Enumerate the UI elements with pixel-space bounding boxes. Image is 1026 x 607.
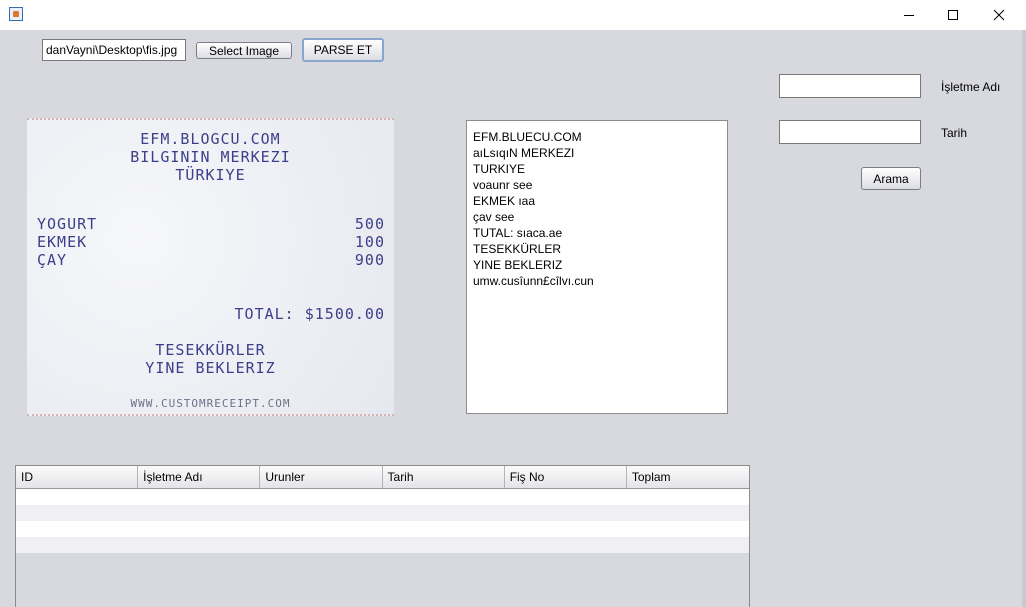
receipt-image: EFM.BLOGCU.COM BILGININ MERKEZI TÜRKIYE … <box>27 118 394 416</box>
receipt-item-price: 500 <box>354 215 385 233</box>
ocr-line: voaunr see <box>473 178 533 192</box>
receipt-item-price: 100 <box>354 233 385 251</box>
ocr-line: TESEKKÜRLER <box>473 242 562 256</box>
ocr-line: EFM.BLUECU.COM <box>473 130 582 144</box>
minimize-button[interactable] <box>886 0 932 30</box>
receipt-header-line: EFM.BLOGCU.COM <box>140 130 281 148</box>
title-bar <box>0 0 1026 30</box>
ocr-line: TUTAL: sıaca.ae <box>473 226 563 240</box>
receipt-item: YOGURT 500 <box>37 215 385 233</box>
results-table[interactable]: ID İşletme Adı Urunler Tarih Fiş No Topl… <box>15 465 750 607</box>
window-edge <box>1022 30 1026 607</box>
column-header-date[interactable]: Tarih <box>383 466 505 488</box>
receipt-footer: WWW.CUSTOMRECEIPT.COM <box>130 397 291 410</box>
ocr-line: aıLsıqıN MERKEZI <box>473 146 575 160</box>
table-header: ID İşletme Adı Urunler Tarih Fiş No Topl… <box>16 466 749 489</box>
search-button[interactable]: Arama <box>861 167 921 190</box>
date-input[interactable] <box>779 120 921 144</box>
date-label: Tarih <box>941 126 968 140</box>
column-header-receipt-no[interactable]: Fiş No <box>505 466 627 488</box>
table-row[interactable] <box>16 521 749 537</box>
close-icon <box>993 9 1005 21</box>
column-header-id[interactable]: ID <box>16 466 139 488</box>
ocr-line: YINE BEKLERIZ <box>473 258 563 272</box>
table-row[interactable] <box>16 537 749 553</box>
receipt-thanks-line: YINE BEKLERIZ <box>145 359 276 377</box>
java-cup-icon <box>9 7 23 21</box>
image-path-field[interactable]: danVayni\Desktop\fis.jpg <box>42 39 186 61</box>
ocr-line: EKMEK ıaa <box>473 194 536 208</box>
table-row[interactable] <box>16 489 749 505</box>
receipt-thanks-line: TESEKKÜRLER <box>155 341 266 359</box>
receipt-header-line: BILGININ MERKEZI <box>130 148 291 166</box>
column-header-total[interactable]: Toplam <box>627 466 749 488</box>
ocr-line: TURKIYE <box>473 162 526 176</box>
receipt-total: TOTAL: $1500.00 <box>234 305 385 323</box>
parse-button[interactable]: PARSE ET <box>302 38 384 62</box>
ocr-line: umw.cusîunn£cîlvı.cun <box>473 274 594 288</box>
receipt-item-price: 900 <box>354 251 385 269</box>
ocr-line: çav see <box>473 210 515 224</box>
receipt-item-name: ÇAY <box>37 251 68 269</box>
minimize-icon <box>904 15 914 16</box>
column-header-business-name[interactable]: İşletme Adı <box>138 466 261 488</box>
receipt-item-name: EKMEK <box>37 233 88 251</box>
receipt-header-line: TÜRKIYE <box>175 166 246 184</box>
column-header-products[interactable]: Urunler <box>260 466 383 488</box>
maximize-icon <box>948 10 958 20</box>
ocr-output-textarea[interactable]: EFM.BLUECU.COM aıLsıqıN MERKEZI TURKIYE … <box>466 120 728 414</box>
receipt-item: ÇAY 900 <box>37 251 385 269</box>
table-row[interactable] <box>16 505 749 521</box>
receipt-item: EKMEK 100 <box>37 233 385 251</box>
close-button[interactable] <box>976 0 1022 30</box>
maximize-button[interactable] <box>930 0 976 30</box>
business-name-input[interactable] <box>779 74 921 98</box>
select-image-button[interactable]: Select Image <box>196 42 292 59</box>
receipt-item-name: YOGURT <box>37 215 98 233</box>
business-name-label: İşletme Adı <box>941 80 1001 94</box>
